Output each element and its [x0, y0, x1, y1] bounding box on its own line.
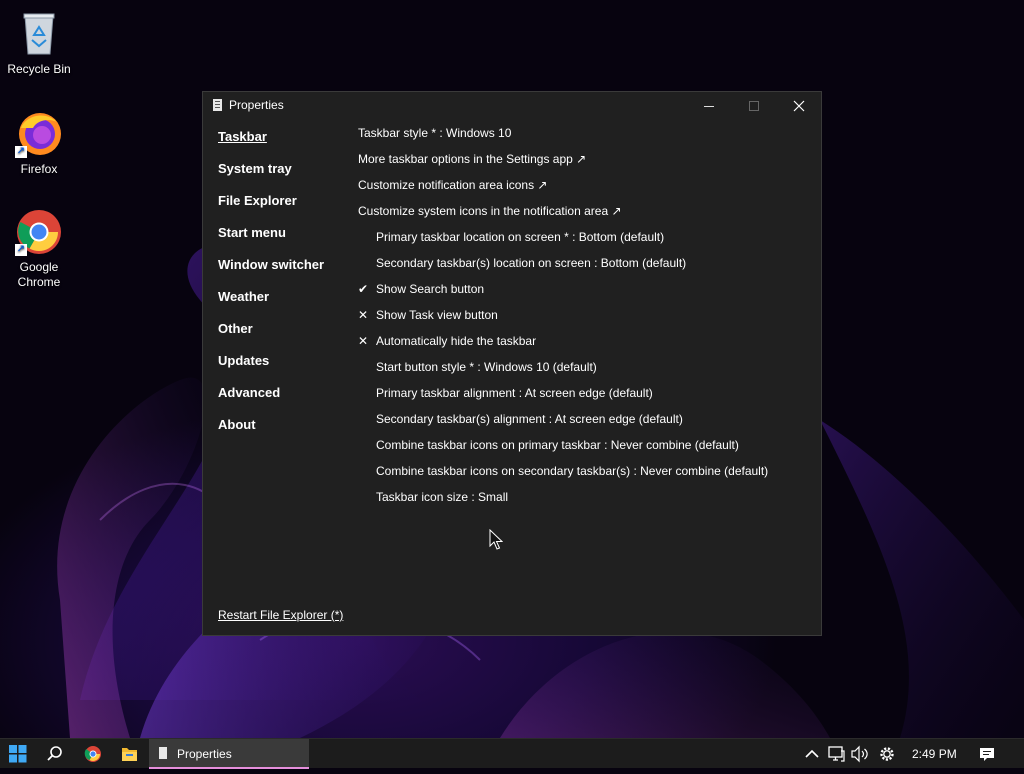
nav-item-advanced[interactable]: Advanced	[218, 386, 324, 418]
volume-icon	[851, 745, 868, 763]
action-center-button[interactable]	[975, 739, 999, 769]
taskbar-clock[interactable]: 2:49 PM	[912, 747, 957, 761]
setting-combine-secondary-taskbar[interactable]: Combine taskbar icons on secondary taskb…	[358, 464, 808, 490]
search-button[interactable]	[37, 739, 73, 769]
chrome-icon: ↗	[15, 208, 63, 256]
setting-label: More taskbar options in the Settings app…	[358, 152, 587, 166]
recycle-bin-icon	[15, 10, 63, 58]
nav-item-weather[interactable]: Weather	[218, 290, 324, 322]
setting-customize-notification-icons-link[interactable]: Customize notification area icons ↗	[358, 178, 808, 204]
properties-window: Properties Taskbar System tray File Expl…	[202, 91, 822, 636]
setting-label: Primary taskbar alignment : At screen ed…	[376, 386, 653, 400]
desktop-icon-label: Firefox	[20, 162, 58, 176]
setting-primary-taskbar-location[interactable]: Primary taskbar location on screen * : B…	[358, 230, 808, 256]
setting-auto-hide-taskbar[interactable]: ✕ Automatically hide the taskbar	[358, 334, 808, 360]
setting-label: Automatically hide the taskbar	[376, 334, 537, 348]
nav-item-updates[interactable]: Updates	[218, 354, 324, 386]
desktop-icon-label: Google Chrome	[17, 260, 61, 289]
volume-button[interactable]	[848, 739, 872, 769]
setting-label: Taskbar style * : Windows 10	[358, 126, 512, 140]
setting-taskbar-icon-size[interactable]: Taskbar icon size : Small	[358, 490, 808, 516]
network-icon	[828, 746, 845, 762]
setting-customize-system-icons-link[interactable]: Customize system icons in the notificati…	[358, 204, 808, 230]
nav-item-file-explorer[interactable]: File Explorer	[218, 194, 324, 226]
shortcut-arrow-icon: ↗	[15, 244, 27, 256]
setting-show-search-button[interactable]: ✔ Show Search button	[358, 282, 808, 308]
settings-nav: Taskbar System tray File Explorer Start …	[218, 130, 324, 450]
cross-icon: ✕	[358, 334, 369, 348]
minimize-button[interactable]	[686, 92, 731, 120]
nav-item-taskbar[interactable]: Taskbar	[218, 130, 324, 162]
setting-label: Taskbar icon size : Small	[376, 490, 509, 504]
show-hidden-icons-button[interactable]	[800, 739, 824, 769]
taskbar-file-explorer-button[interactable]	[111, 739, 147, 769]
file-explorer-icon	[122, 748, 137, 761]
setting-secondary-taskbar-location[interactable]: Secondary taskbar(s) location on screen …	[358, 256, 808, 282]
setting-label: Customize system icons in the notificati…	[358, 204, 622, 218]
setting-label: Show Search button	[376, 282, 485, 296]
maximize-button[interactable]	[731, 92, 776, 120]
close-button[interactable]	[776, 92, 821, 120]
chrome-icon	[84, 746, 101, 762]
setting-label: Secondary taskbar(s) location on screen …	[376, 256, 687, 270]
checkmark-icon: ✔	[358, 282, 369, 296]
network-button[interactable]	[824, 739, 848, 769]
chevron-up-icon	[805, 749, 819, 758]
nav-item-other[interactable]: Other	[218, 322, 324, 354]
app-icon	[159, 747, 167, 759]
cross-icon: ✕	[358, 308, 369, 322]
setting-taskbar-style[interactable]: Taskbar style * : Windows 10	[358, 126, 808, 152]
search-icon	[47, 746, 62, 761]
setting-label: Primary taskbar location on screen * : B…	[376, 230, 665, 244]
setting-label: Start button style * : Windows 10 (defau…	[376, 360, 597, 374]
setting-secondary-taskbar-alignment[interactable]: Secondary taskbar(s) alignment : At scre…	[358, 412, 808, 438]
setting-label: Show Task view button	[376, 308, 498, 322]
nav-item-window-switcher[interactable]: Window switcher	[218, 258, 324, 290]
taskbar: Properties 2:49 PM	[0, 738, 1024, 769]
firefox-icon: ↗	[15, 110, 63, 158]
setting-combine-primary-taskbar[interactable]: Combine taskbar icons on primary taskbar…	[358, 438, 808, 464]
setting-primary-taskbar-alignment[interactable]: Primary taskbar alignment : At screen ed…	[358, 386, 808, 412]
nav-item-start-menu[interactable]: Start menu	[218, 226, 324, 258]
nav-item-about[interactable]: About	[218, 418, 324, 450]
setting-label: Secondary taskbar(s) alignment : At scre…	[376, 412, 683, 426]
setting-label: Combine taskbar icons on secondary taskb…	[376, 464, 769, 478]
restart-file-explorer-link[interactable]: Restart File Explorer (*)	[218, 608, 343, 622]
settings-list: Taskbar style * : Windows 10 More taskba…	[358, 126, 808, 516]
desktop-icon-label: Recycle Bin	[7, 62, 71, 76]
desktop-icon-recycle-bin[interactable]: Recycle Bin	[1, 10, 77, 77]
taskbar-properties-window-button[interactable]: Properties	[149, 739, 309, 769]
settings-button[interactable]	[875, 739, 899, 769]
setting-label: Combine taskbar icons on primary taskbar…	[376, 438, 739, 452]
shortcut-arrow-icon: ↗	[15, 146, 27, 158]
start-button[interactable]	[0, 739, 36, 769]
windows-logo-icon	[9, 745, 27, 763]
setting-more-taskbar-options-link[interactable]: More taskbar options in the Settings app…	[358, 152, 808, 178]
nav-item-system-tray[interactable]: System tray	[218, 162, 324, 194]
window-titlebar[interactable]: Properties	[203, 92, 821, 120]
setting-start-button-style[interactable]: Start button style * : Windows 10 (defau…	[358, 360, 808, 386]
setting-show-task-view-button[interactable]: ✕ Show Task view button	[358, 308, 808, 334]
app-icon	[213, 99, 222, 111]
window-title: Properties	[229, 98, 284, 112]
desktop-icon-firefox[interactable]: ↗ Firefox	[1, 110, 77, 177]
gear-icon	[880, 747, 894, 761]
desktop-icon-google-chrome[interactable]: ↗ Google Chrome	[1, 208, 77, 290]
setting-label: Customize notification area icons ↗	[358, 178, 548, 192]
close-icon	[793, 100, 805, 112]
notification-icon	[980, 748, 994, 761]
taskbar-window-label: Properties	[177, 747, 232, 761]
taskbar-chrome-button[interactable]	[75, 739, 111, 769]
mouse-pointer-icon	[489, 528, 504, 556]
